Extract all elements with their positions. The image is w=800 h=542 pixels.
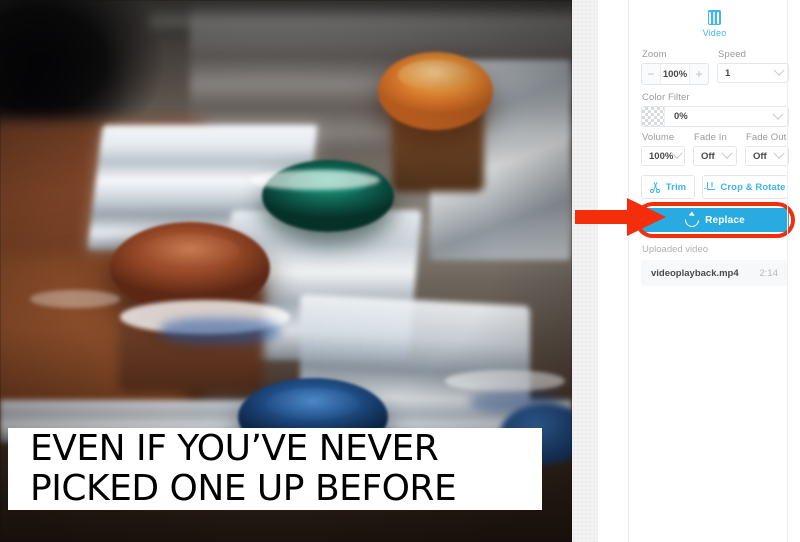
chevron-down-icon xyxy=(671,147,683,159)
video-caption-overlay: EVEN IF YOU’VE NEVER PICKED ONE UP BEFOR… xyxy=(8,428,542,510)
replace-button-zone: Replace xyxy=(635,202,795,238)
color-filter-field: Color Filter 0% xyxy=(641,87,789,127)
caption-line-1: EVEN IF YOU’VE NEVER xyxy=(30,428,439,469)
caption-line-2: PICKED ONE UP BEFORE xyxy=(30,468,457,509)
trim-button[interactable]: Trim xyxy=(641,175,695,199)
speed-select[interactable]: 1 xyxy=(717,63,789,83)
refresh-icon xyxy=(682,210,702,230)
properties-panel: Video Zoom − 100% + Speed 1 Color Filter… xyxy=(598,0,800,542)
zoom-speed-row: Zoom − 100% + Speed 1 xyxy=(641,44,789,85)
zoom-label: Zoom xyxy=(642,49,667,60)
chevron-down-icon xyxy=(772,108,784,120)
fade-out-label: Fade Out xyxy=(746,132,787,143)
zoom-stepper[interactable]: − 100% + xyxy=(641,63,709,85)
zoom-increase-button[interactable]: + xyxy=(689,64,708,84)
crop-icon xyxy=(704,181,716,193)
volume-label: Volume xyxy=(642,132,675,143)
fade-in-field: Fade In Off xyxy=(693,127,737,166)
list-item[interactable]: videoplayback.mp4 2:14 xyxy=(641,260,788,286)
zoom-field: Zoom − 100% + xyxy=(641,44,709,85)
volume-select[interactable]: 100% xyxy=(641,146,685,166)
panel-controls: Zoom − 100% + Speed 1 Color Filter 0% Vo… xyxy=(629,44,800,286)
transparency-swatch-icon xyxy=(642,107,665,126)
fade-out-value: Off xyxy=(753,150,767,162)
tab-video[interactable]: Video xyxy=(703,10,727,38)
film-strip-icon xyxy=(707,10,721,25)
color-filter-value: 0% xyxy=(674,111,688,122)
replace-button[interactable]: Replace xyxy=(641,208,789,232)
fade-in-value: Off xyxy=(701,150,715,162)
canvas-gutter xyxy=(572,0,599,542)
panel-right-divider xyxy=(787,0,788,542)
speed-label: Speed xyxy=(718,49,746,60)
volume-field: Volume 100% xyxy=(641,127,685,166)
replace-button-label: Replace xyxy=(705,214,745,226)
trim-button-label: Trim xyxy=(665,181,687,193)
audio-row: Volume 100% Fade In Off Fade Out Off xyxy=(641,127,789,166)
uploaded-video-label: Uploaded video xyxy=(642,244,709,255)
color-filter-select[interactable]: 0% xyxy=(641,106,789,127)
uploaded-file-name: videoplayback.mp4 xyxy=(651,267,739,279)
panel-tabs: Video xyxy=(629,0,800,44)
chevron-down-icon xyxy=(721,147,733,159)
edit-actions-row: Trim Crop & Rotate xyxy=(641,175,788,199)
volume-value: 100% xyxy=(649,150,674,162)
fade-out-select[interactable]: Off xyxy=(745,146,789,166)
fade-in-select[interactable]: Off xyxy=(693,146,737,166)
scissors-icon xyxy=(650,181,661,193)
speed-field: Speed 1 xyxy=(717,44,789,85)
speed-value: 1 xyxy=(725,67,731,79)
zoom-value: 100% xyxy=(662,68,688,80)
properties-panel-inner: Video Zoom − 100% + Speed 1 Color Filter… xyxy=(628,0,800,542)
video-editor-screen: EVEN IF YOU’VE NEVER PICKED ONE UP BEFOR… xyxy=(0,0,800,542)
zoom-decrease-button[interactable]: − xyxy=(642,64,661,84)
fade-out-field: Fade Out Off xyxy=(745,127,789,166)
chevron-down-icon xyxy=(773,147,785,159)
color-filter-label: Color Filter xyxy=(642,92,690,103)
uploaded-file-duration: 2:14 xyxy=(759,267,779,279)
tab-video-label: Video xyxy=(702,28,727,38)
fade-in-label: Fade In xyxy=(694,132,727,143)
chevron-down-icon xyxy=(773,64,785,76)
video-preview-canvas[interactable]: EVEN IF YOU’VE NEVER PICKED ONE UP BEFOR… xyxy=(0,0,572,542)
crop-rotate-button-label: Crop & Rotate xyxy=(720,181,786,193)
crop-rotate-button[interactable]: Crop & Rotate xyxy=(702,175,788,199)
